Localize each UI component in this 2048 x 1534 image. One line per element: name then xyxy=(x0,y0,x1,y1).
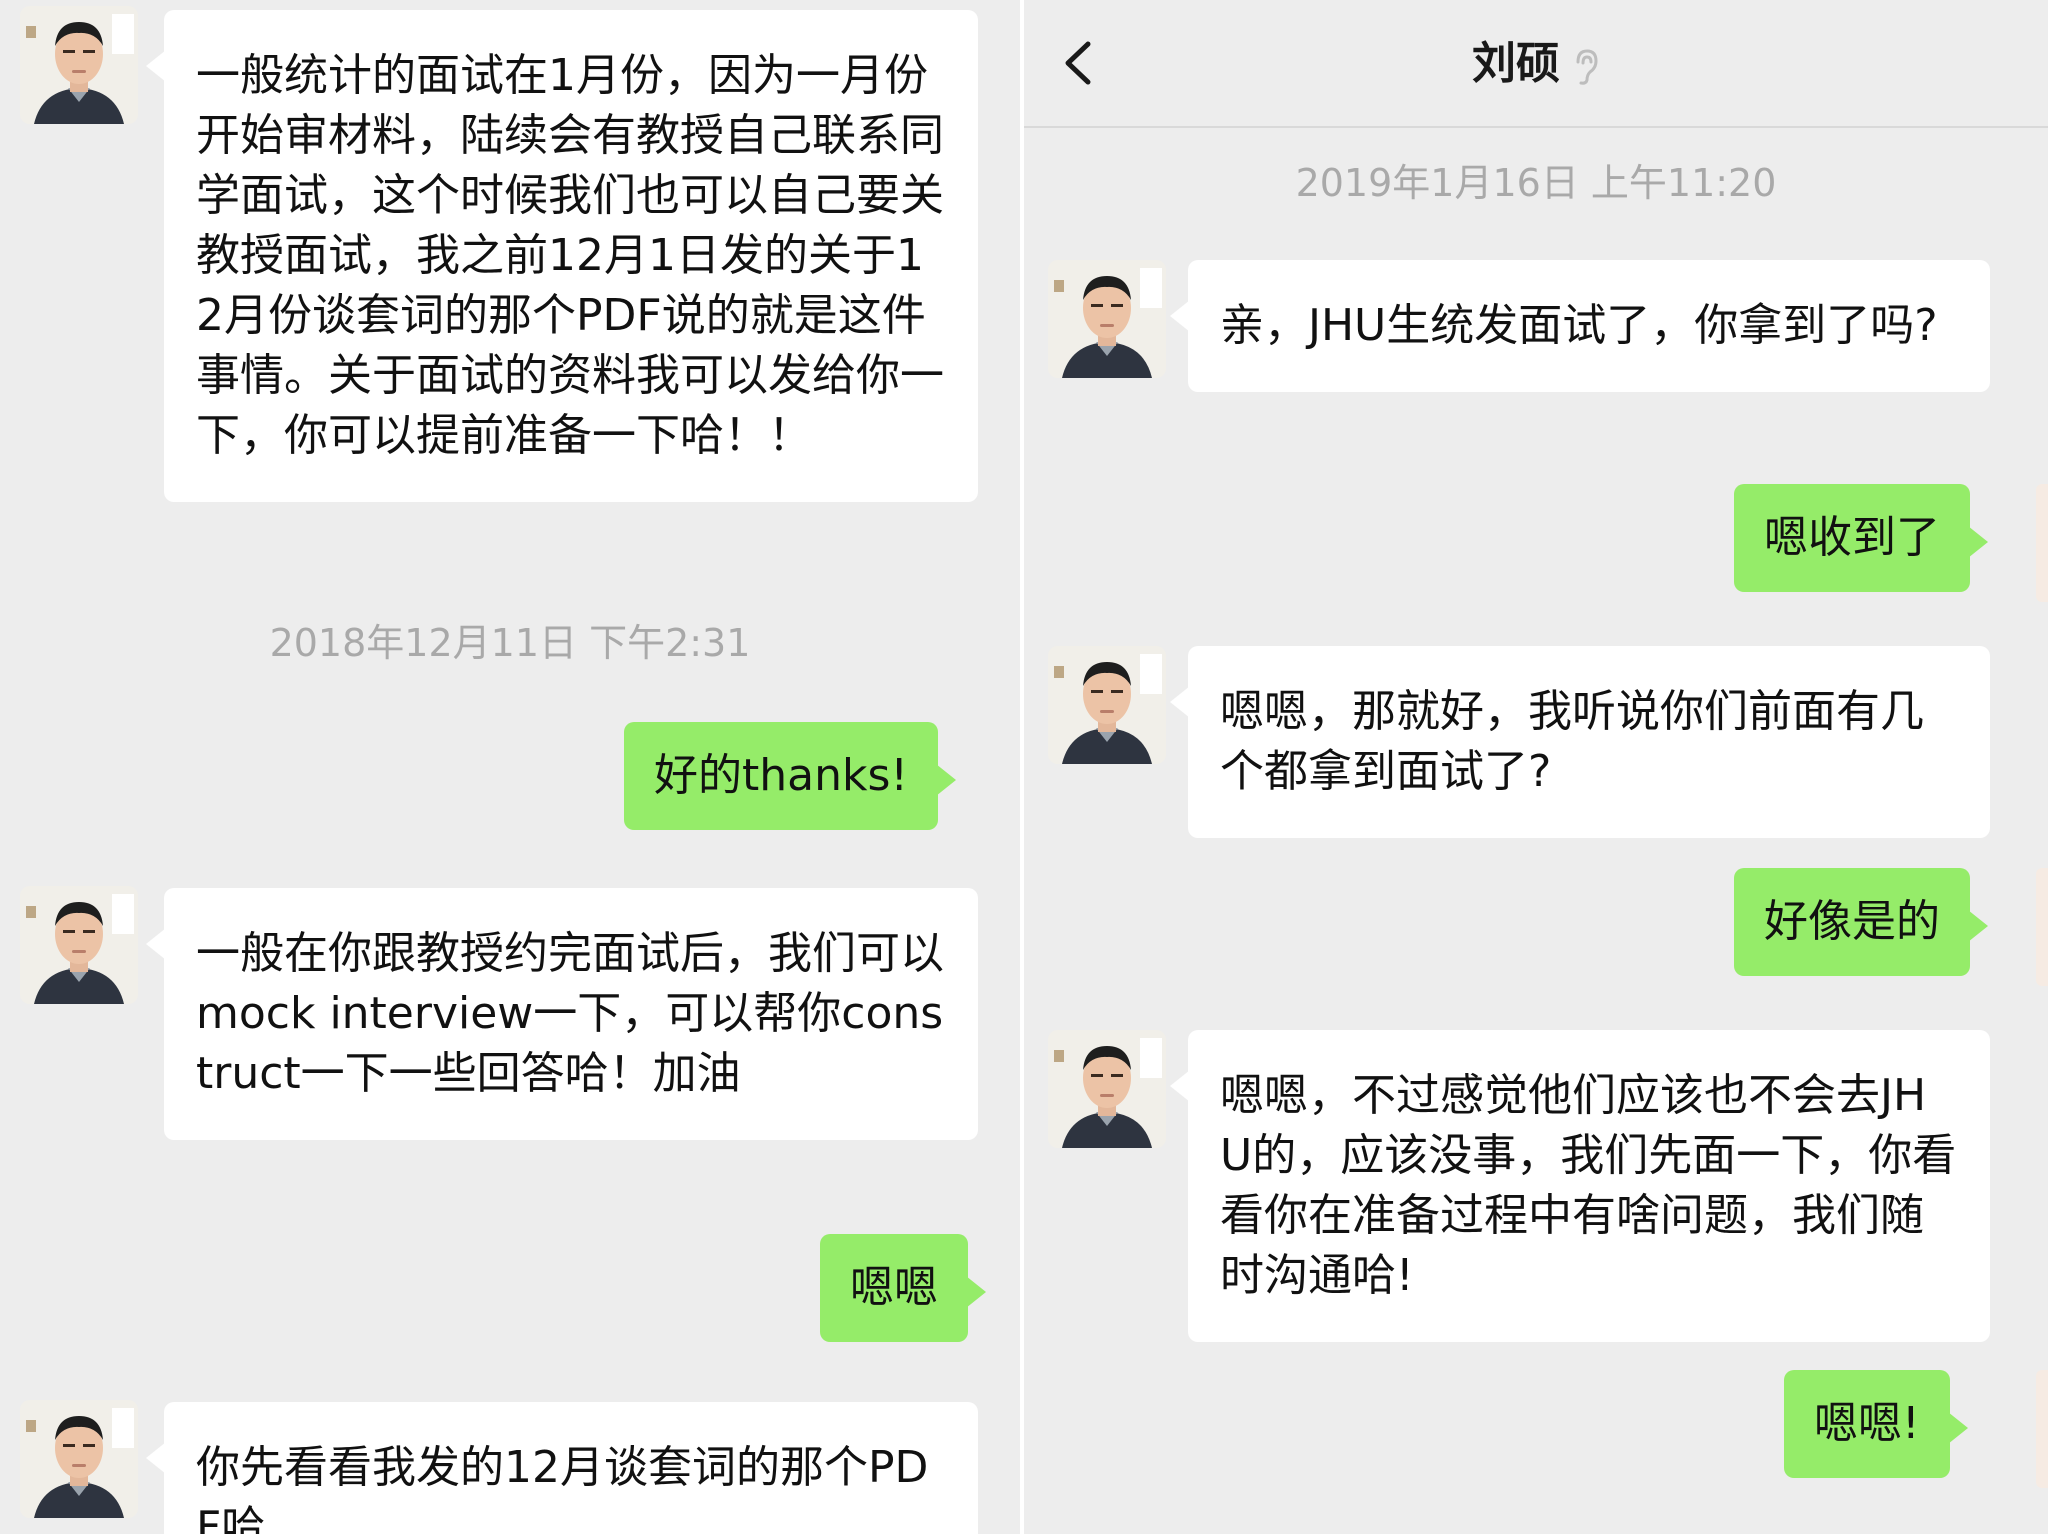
person-avatar-icon xyxy=(1048,646,1166,764)
person-avatar-icon xyxy=(20,6,138,124)
person-avatar-icon xyxy=(1048,1030,1166,1148)
chat-timestamp: 2019年1月16日 上午11:20 xyxy=(1295,161,1777,205)
person-avatar-icon xyxy=(20,886,138,1004)
message-text: 好的thanks! xyxy=(654,750,909,801)
message-bubble-outgoing[interactable]: 嗯嗯 xyxy=(820,1234,986,1342)
message-bubble-incoming[interactable]: 你先看看我发的12月谈套词的那个PDF哈 xyxy=(146,1402,978,1534)
message-text: 一般在你跟教授约完面试后，我们可以mock interview一下，可以帮你co… xyxy=(196,928,944,1099)
chat-title: 刘硕 xyxy=(1024,34,2048,94)
message-text: 嗯嗯 xyxy=(850,1262,938,1313)
left-chat-panel[interactable]: 一般统计的面试在1月份，因为一月份开始审材料，陆续会有教授自己联系同学面试，这个… xyxy=(0,0,1020,1534)
message-text: 嗯嗯，那就好，我听说你们前面有几个都拿到面试了? xyxy=(1220,686,1924,797)
message-bubble-outgoing[interactable]: 好的thanks! xyxy=(624,722,957,830)
self-avatar-edge xyxy=(2036,868,2048,986)
right-chat-panel[interactable]: 刘硕 2019年1月16日 上午11:20 亲，JHU生统发面试了，你拿到了吗?… xyxy=(1024,0,2048,1534)
contact-avatar[interactable] xyxy=(20,1400,138,1518)
person-avatar-icon xyxy=(20,1400,138,1518)
message-bubble-incoming[interactable]: 嗯嗯，不过感觉他们应该也不会去JHU的，应该没事，我们先面一下，你看看你在准备过… xyxy=(1170,1030,1990,1342)
contact-avatar[interactable] xyxy=(1048,260,1166,378)
message-text: 你先看看我发的12月谈套词的那个PDF哈 xyxy=(196,1442,929,1534)
message-bubble-incoming[interactable]: 嗯嗯，那就好，我听说你们前面有几个都拿到面试了? xyxy=(1170,646,1990,838)
message-bubble-incoming[interactable]: 亲，JHU生统发面试了，你拿到了吗? xyxy=(1170,260,1990,392)
message-bubble-incoming[interactable]: 一般在你跟教授约完面试后，我们可以mock interview一下，可以帮你co… xyxy=(146,888,978,1140)
message-bubble-outgoing[interactable]: 嗯嗯! xyxy=(1784,1370,1968,1478)
contact-avatar[interactable] xyxy=(20,886,138,1004)
chat-header: 刘硕 xyxy=(1024,0,2048,128)
message-text: 嗯嗯，不过感觉他们应该也不会去JHU的，应该没事，我们先面一下，你看看你在准备过… xyxy=(1220,1070,1957,1301)
message-text: 嗯收到了 xyxy=(1764,512,1940,563)
contact-name: 刘硕 xyxy=(1472,38,1560,89)
chat-timestamp: 2018年12月11日 下午2:31 xyxy=(269,621,751,665)
message-bubble-outgoing[interactable]: 好像是的 xyxy=(1734,868,1988,976)
contact-avatar[interactable] xyxy=(20,6,138,124)
message-text: 嗯嗯! xyxy=(1814,1398,1920,1449)
person-avatar-icon xyxy=(1048,260,1166,378)
self-avatar-edge xyxy=(2036,484,2048,602)
message-bubble-outgoing[interactable]: 嗯收到了 xyxy=(1734,484,1988,592)
self-avatar-edge xyxy=(2036,1370,2048,1488)
message-text: 一般统计的面试在1月份，因为一月份开始审材料，陆续会有教授自己联系同学面试，这个… xyxy=(196,50,944,461)
message-text: 亲，JHU生统发面试了，你拿到了吗? xyxy=(1220,300,1938,351)
contact-avatar[interactable] xyxy=(1048,1030,1166,1148)
contact-avatar[interactable] xyxy=(1048,646,1166,764)
ear-icon xyxy=(1576,49,1598,85)
message-bubble-incoming[interactable]: 一般统计的面试在1月份，因为一月份开始审材料，陆续会有教授自己联系同学面试，这个… xyxy=(146,10,978,502)
message-text: 好像是的 xyxy=(1764,896,1940,947)
